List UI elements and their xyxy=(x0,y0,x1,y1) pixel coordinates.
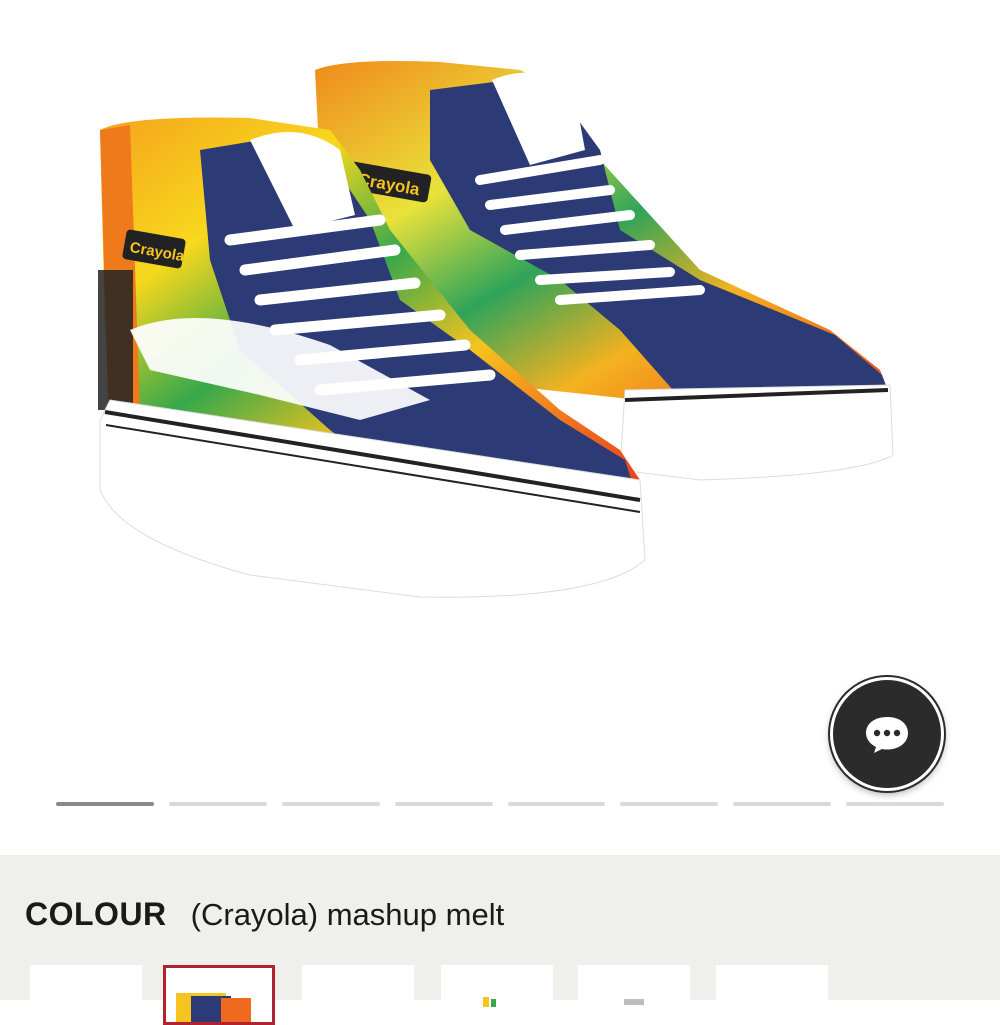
colour-swatch[interactable] xyxy=(578,965,690,1025)
colour-swatch[interactable] xyxy=(441,965,553,1025)
pager-dot[interactable] xyxy=(281,802,380,806)
colour-value: (Crayola) mashup melt xyxy=(190,897,505,932)
swatch-thumbnail xyxy=(483,997,496,1007)
pager-dot[interactable] xyxy=(56,802,154,806)
product-gallery[interactable]: Crayola Crayola xyxy=(0,0,1000,855)
pager-dot[interactable] xyxy=(507,802,606,806)
pager-dot[interactable] xyxy=(168,802,267,806)
swatch-thumbnail xyxy=(176,993,251,1022)
colour-swatch[interactable] xyxy=(302,965,414,1025)
pager-dot[interactable] xyxy=(846,802,944,806)
product-image[interactable]: Crayola Crayola xyxy=(0,0,1000,780)
image-pager xyxy=(56,802,944,807)
colour-swatch-selected[interactable] xyxy=(163,965,275,1025)
swatch-thumbnail xyxy=(624,999,644,1005)
chat-button[interactable] xyxy=(830,677,944,791)
pager-dot[interactable] xyxy=(733,802,832,806)
pager-dot[interactable] xyxy=(620,802,719,806)
pager-dot[interactable] xyxy=(394,802,493,806)
chat-bubble-icon xyxy=(866,717,908,753)
colour-label: COLOUR xyxy=(25,896,167,932)
colour-selector-header: COLOUR (Crayola) mashup melt xyxy=(25,896,504,933)
colour-swatch[interactable] xyxy=(30,965,142,1025)
colour-swatch[interactable] xyxy=(716,965,828,1025)
